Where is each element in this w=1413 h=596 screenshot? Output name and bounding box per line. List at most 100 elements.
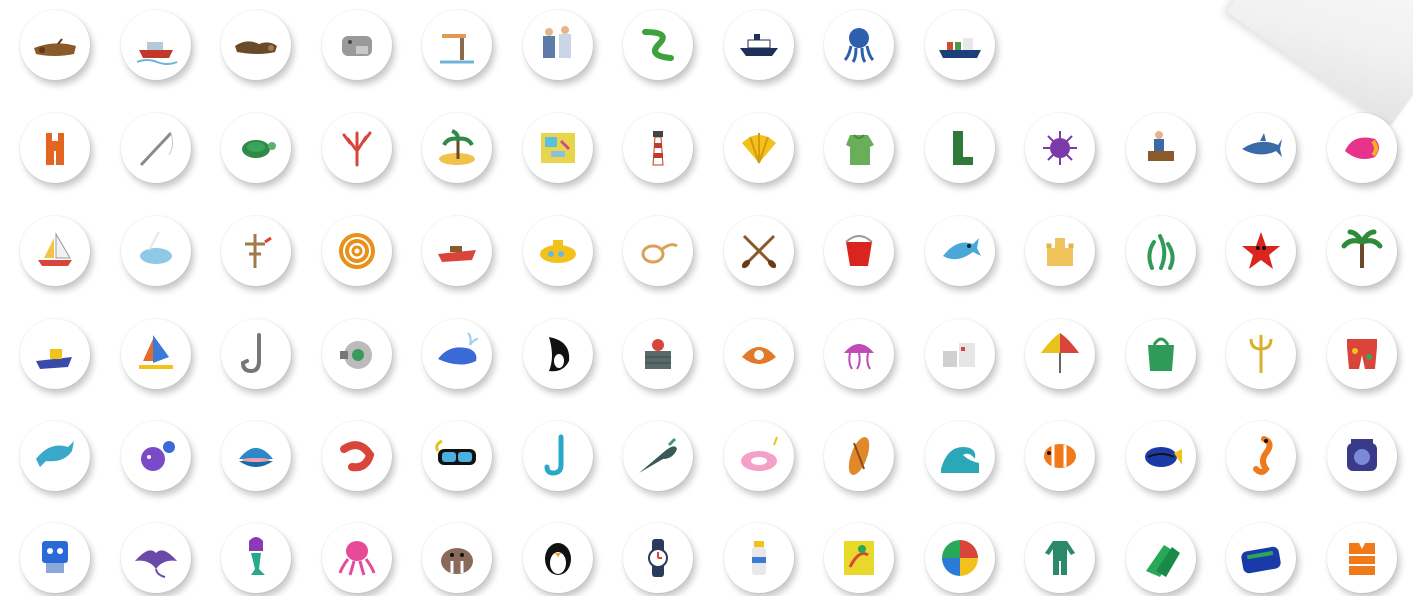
sticker	[321, 421, 392, 491]
sticker	[1025, 319, 1095, 389]
sticker	[1226, 216, 1296, 286]
urchin-icon	[1043, 131, 1077, 165]
sticker	[623, 319, 693, 389]
overalls-icon	[46, 133, 64, 165]
sticker	[924, 216, 995, 286]
sticker	[120, 421, 191, 491]
orca-icon	[548, 337, 569, 372]
elephant-seal-icon	[341, 36, 372, 56]
shell-icon	[741, 133, 776, 164]
fish-icon	[942, 238, 981, 260]
sticker	[321, 319, 392, 389]
island-icon	[439, 129, 475, 165]
sticker	[120, 10, 191, 80]
pufferfish-icon	[140, 441, 175, 471]
sticker	[1226, 113, 1296, 183]
sticker	[221, 10, 291, 80]
wetsuit-icon	[1045, 541, 1075, 575]
sticker	[1125, 421, 1196, 491]
beach-ball-icon	[941, 540, 978, 576]
sticker	[321, 10, 392, 80]
harbor-icon	[942, 343, 975, 367]
lighthouse-icon	[652, 131, 664, 166]
sticker	[924, 10, 995, 80]
tang-fish-icon	[1144, 447, 1182, 467]
sticker	[723, 421, 794, 491]
sunscreen-icon	[751, 541, 766, 575]
sticker	[723, 113, 794, 183]
sticker	[20, 523, 90, 593]
umbrella-icon	[1041, 333, 1079, 373]
fisherman-icon	[1147, 131, 1174, 161]
log-icon	[235, 41, 277, 54]
shrimp-icon	[339, 441, 374, 472]
palm-tree-icon	[1341, 229, 1382, 268]
starfish-icon	[1242, 232, 1280, 269]
clownfish-icon	[1044, 444, 1076, 468]
sticker	[20, 216, 90, 286]
sticker	[422, 216, 492, 286]
paper-corner	[1226, 0, 1413, 127]
shark-icon	[1242, 133, 1282, 157]
sticker	[824, 319, 894, 389]
sticker	[824, 10, 894, 80]
ship-icon	[739, 34, 778, 56]
sticker	[522, 523, 593, 593]
sticker	[723, 216, 794, 286]
sticker	[422, 10, 492, 80]
speedboat-icon	[438, 246, 476, 262]
air-mattress-icon	[1241, 546, 1281, 574]
sticker	[924, 319, 995, 389]
sticker	[422, 319, 492, 389]
sticker	[522, 216, 593, 286]
oars-icon	[741, 234, 776, 269]
sailboat-icon	[38, 232, 72, 266]
snorkel-icon	[544, 434, 563, 476]
trident-icon	[1249, 335, 1273, 373]
sticker	[321, 216, 392, 286]
walrus-icon	[441, 548, 473, 574]
dolphin-icon	[36, 441, 74, 467]
sticker	[1025, 216, 1095, 286]
sticker	[1226, 523, 1296, 593]
sticker	[422, 523, 492, 593]
sticker	[1025, 113, 1095, 183]
jellyfish-icon	[844, 344, 874, 370]
sticker	[723, 319, 794, 389]
turtle-icon	[242, 140, 276, 158]
sticker	[1226, 421, 1296, 491]
unicorn-float-icon	[740, 436, 778, 471]
sticker	[120, 216, 191, 286]
sticker	[723, 523, 794, 593]
hook-icon	[240, 333, 261, 374]
sticker	[120, 523, 191, 593]
sticker	[422, 113, 492, 183]
sticker	[824, 421, 894, 491]
sticker	[1025, 421, 1095, 491]
sticker-sheet	[0, 0, 1413, 596]
seaweed-icon	[1146, 234, 1175, 270]
sticker	[20, 113, 90, 183]
sticker	[321, 113, 392, 183]
seahorse-icon	[1253, 436, 1273, 475]
sandcastle-icon	[1046, 238, 1074, 266]
conch-icon	[1344, 137, 1379, 159]
sticker	[924, 113, 995, 183]
sticker	[623, 523, 693, 593]
motorboat-icon	[136, 42, 177, 65]
sticker	[824, 113, 894, 183]
sticker	[120, 113, 191, 183]
sticker	[623, 216, 693, 286]
bucket-icon	[845, 235, 873, 266]
goggles-icon	[435, 439, 476, 465]
sticker	[1125, 216, 1196, 286]
sticker	[924, 421, 995, 491]
eel-icon	[642, 29, 674, 61]
clam-icon	[239, 448, 273, 467]
boots-icon	[952, 131, 973, 165]
reel-icon	[339, 341, 372, 369]
towel-icon	[844, 541, 874, 575]
sticker	[824, 523, 894, 593]
cargo-ship-icon	[938, 38, 981, 58]
pearl-oyster-icon	[741, 347, 776, 364]
